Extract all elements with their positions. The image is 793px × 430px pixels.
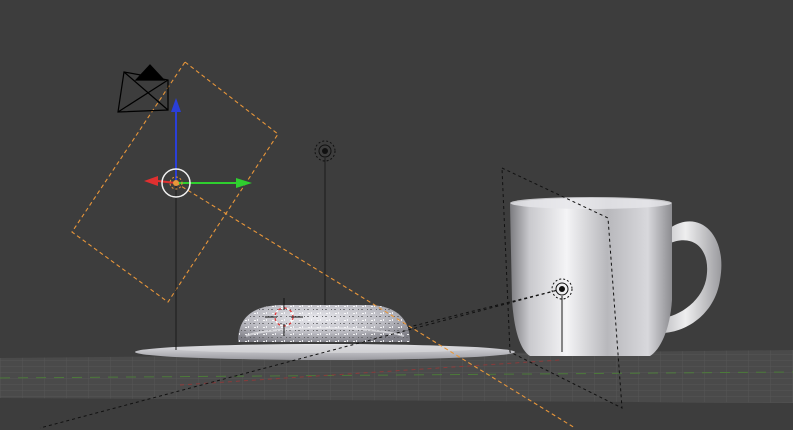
donut[interactable] (238, 305, 410, 342)
camera-icon[interactable] (117, 64, 169, 113)
plate[interactable] (135, 344, 515, 360)
3d-viewport[interactable] (0, 0, 793, 430)
mug-body (510, 198, 672, 356)
origin-dot-icon (173, 180, 179, 186)
point-lamp[interactable] (314, 140, 336, 305)
z-arrow-icon[interactable] (171, 98, 181, 112)
transform-gizmo[interactable] (144, 98, 252, 198)
lamp-icon (322, 148, 328, 154)
x-arrow-icon[interactable] (144, 176, 158, 186)
mug[interactable] (510, 197, 722, 356)
y-arrow-icon[interactable] (236, 178, 252, 188)
viewport-canvas (0, 61, 793, 429)
spot-lamp-icon (559, 286, 565, 292)
